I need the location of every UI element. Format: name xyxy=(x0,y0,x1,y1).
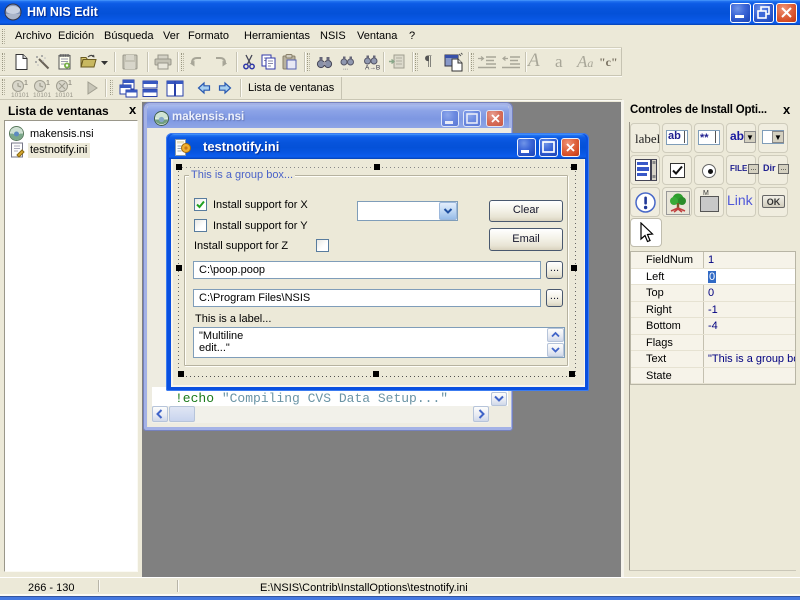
svg-text:10101: 10101 xyxy=(55,92,73,98)
svg-text:10101: 10101 xyxy=(11,92,29,98)
svg-text:1: 1 xyxy=(24,80,28,87)
svg-text:...: ... xyxy=(343,66,348,71)
svg-text:A→B: A→B xyxy=(365,65,380,71)
svg-text:10101: 10101 xyxy=(33,92,51,98)
svg-text:1: 1 xyxy=(46,80,50,87)
svg-text:1: 1 xyxy=(68,80,72,87)
